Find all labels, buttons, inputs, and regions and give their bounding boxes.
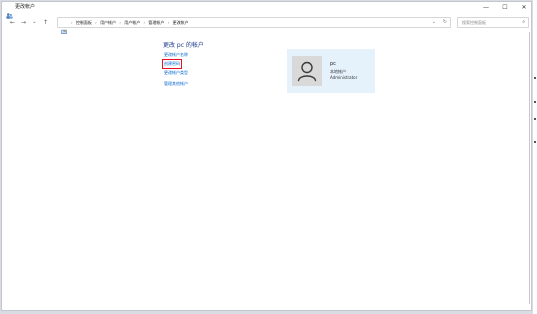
address-history-dropdown[interactable]: ⌄ — [432, 18, 436, 27]
search-placeholder: 搜索控制面板 — [462, 20, 486, 25]
up-button[interactable]: ↑ — [41, 18, 50, 27]
change-account-window: 更改帐户 — ☐ ✕ ← → ⌄ ↑ › 控制面板 › 用户帐户 › 用户帐户 … — [1, 1, 532, 311]
address-bar[interactable]: › 控制面板 › 用户帐户 › 用户帐户 › 管理帐户 › 更改帐户 ⌄ ↻ — [57, 17, 451, 34]
search-icon[interactable]: ⌕ — [522, 19, 525, 26]
background-window-mark — [534, 77, 536, 79]
breadcrumb-manage-accounts[interactable]: 管理帐户 — [148, 20, 164, 25]
background-window-mark — [534, 118, 536, 120]
page-title: 更改 pc 的帐户 — [163, 42, 204, 49]
account-name: pc — [330, 61, 336, 67]
back-button[interactable]: ← — [8, 18, 17, 27]
forward-button[interactable]: → — [19, 18, 28, 27]
breadcrumb: › 控制面板 › 用户帐户 › 用户帐户 › 管理帐户 › 更改帐户 — [69, 18, 189, 27]
scrollbar-thumb[interactable] — [529, 32, 530, 304]
user-avatar-icon — [292, 56, 322, 86]
background-window-edge — [533, 0, 537, 314]
breadcrumb-separator: › — [143, 20, 146, 25]
refresh-button[interactable]: ↻ — [443, 18, 447, 27]
breadcrumb-user-accounts[interactable]: 用户帐户 — [124, 20, 140, 25]
create-password-link[interactable]: 创建密码 — [162, 59, 182, 69]
title-bar[interactable]: 更改帐户 — ☐ ✕ — [2, 2, 533, 19]
breadcrumb-change-account[interactable]: 更改帐户 — [173, 20, 189, 25]
background-window-mark — [534, 101, 536, 103]
recent-locations-button[interactable]: ⌄ — [30, 18, 39, 27]
breadcrumb-separator: › — [95, 20, 97, 25]
window-title: 更改帐户 — [15, 4, 36, 10]
change-account-type-link[interactable]: 更改帐户类型 — [164, 70, 188, 76]
search-box[interactable]: 搜索控制面板 ⌕ — [457, 17, 529, 28]
breadcrumb-control-panel[interactable]: 控制面板 — [76, 20, 92, 25]
breadcrumb-separator: › — [119, 20, 121, 25]
background-window-mark — [534, 141, 536, 143]
account-role: Administrator — [330, 75, 358, 80]
control-panel-icon — [61, 20, 67, 34]
minimize-button[interactable]: — — [477, 2, 495, 13]
change-account-name-link[interactable]: 更改帐户名称 — [164, 52, 188, 58]
account-card: pc 本地帐户 Administrator — [287, 49, 375, 93]
breadcrumb-user-accounts-parent[interactable]: 用户帐户 — [100, 20, 116, 25]
vertical-scrollbar[interactable] — [528, 32, 531, 310]
close-button[interactable]: ✕ — [515, 2, 533, 13]
breadcrumb-separator: › — [71, 20, 73, 25]
manage-other-accounts-link[interactable]: 管理其他帐户 — [164, 81, 188, 87]
maximize-button[interactable]: ☐ — [496, 2, 514, 13]
breadcrumb-separator: › — [167, 20, 170, 25]
users-icon — [6, 4, 13, 19]
navigation-bar: ← → ⌄ ↑ › 控制面板 › 用户帐户 › 用户帐户 › 管理帐户 › 更改… — [2, 14, 531, 34]
